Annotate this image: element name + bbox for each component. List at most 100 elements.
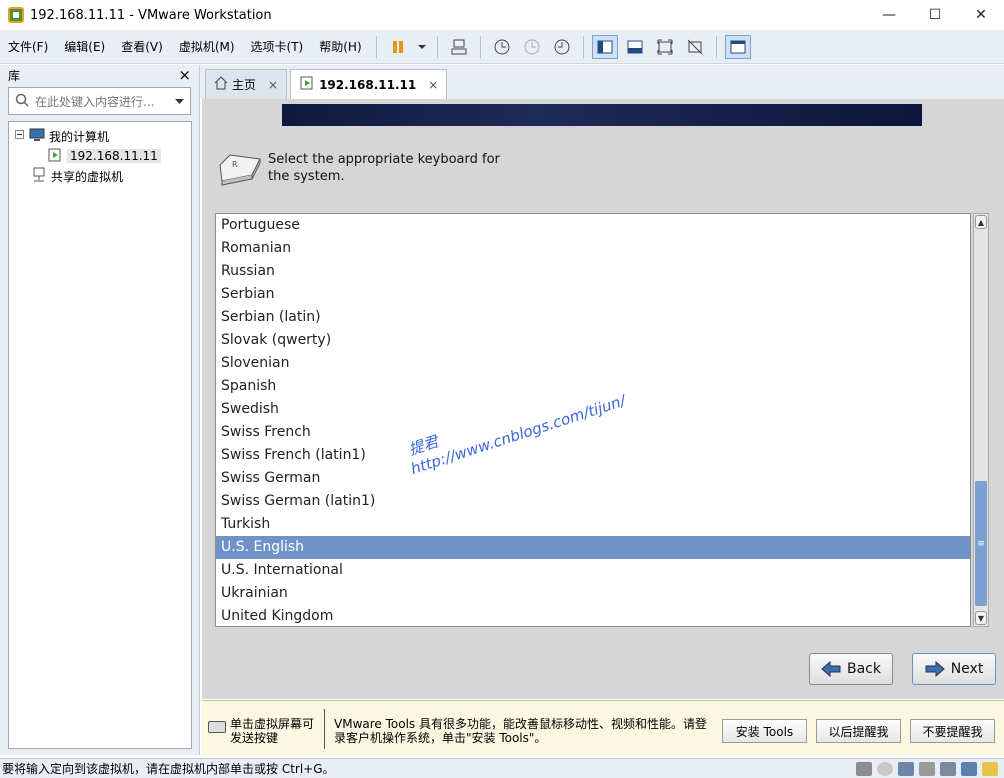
keyboard-list-item[interactable]: U.S. International [216, 559, 970, 582]
vmware-app-icon [8, 7, 24, 23]
message-log-icon[interactable] [982, 762, 998, 776]
tools-notification-bar: 单击虚拟屏幕可发送按键 VMware Tools 具有很多功能，能改善鼠标移动性… [202, 700, 1004, 755]
library-close-icon[interactable]: × [178, 66, 191, 84]
menu-vm[interactable]: 虚拟机(M) [171, 38, 243, 55]
snapshot-icon[interactable] [489, 35, 515, 59]
never-remind-button[interactable]: 不要提醒我 [910, 719, 995, 743]
keyboard-hint-icon [208, 721, 226, 733]
toolbar-separator [479, 35, 481, 58]
tab-bar: 主页 × 192.168.11.11 × [200, 65, 1004, 99]
tree-item-vm[interactable]: 192.168.11.11 [9, 146, 191, 166]
keyboard-list-item[interactable]: Swiss German [216, 467, 970, 490]
keyboard-list-item[interactable]: Russian [216, 260, 970, 283]
cd-drive-icon[interactable] [877, 762, 893, 776]
tab-home-close-icon[interactable]: × [268, 78, 278, 92]
scroll-down-arrow-icon[interactable]: ▼ [975, 611, 987, 625]
scrollbar-thumb[interactable]: ≡ [975, 481, 987, 606]
tree-item-my-computer[interactable]: 我的计算机 [9, 126, 191, 146]
keyboard-prompt-text: Select the appropriate keyboard for the … [268, 152, 500, 184]
keyboard-list-item[interactable]: Serbian (latin) [216, 306, 970, 329]
keyboard-list-item[interactable]: U.S. English [216, 536, 970, 559]
toolbar-separator [582, 35, 584, 58]
keyboard-list-scrollbar[interactable]: ▲ ≡ ▼ [973, 213, 989, 627]
home-icon [214, 76, 228, 93]
keyboard-list-item[interactable]: Slovenian [216, 352, 970, 375]
full-screen-icon[interactable] [652, 35, 678, 59]
revert-snapshot-icon[interactable] [519, 35, 545, 59]
keyboard-list-item[interactable]: United Kingdom [216, 605, 970, 626]
minimize-button[interactable]: — [866, 0, 912, 30]
tree-label-vm: 192.168.11.11 [67, 149, 161, 163]
menu-help[interactable]: 帮助(H) [311, 38, 369, 55]
printer-icon[interactable] [919, 762, 935, 776]
library-search-input[interactable]: 在此处键入内容进行... [8, 87, 191, 115]
remind-later-button[interactable]: 以后提醒我 [816, 719, 901, 743]
back-button-label: Back [847, 661, 881, 677]
keyboard-list-item[interactable]: Swiss French [216, 421, 970, 444]
keyboard-icon: R [216, 151, 262, 190]
console-view-icon[interactable] [724, 34, 751, 59]
menu-bar: 文件(F) 编辑(E) 查看(V) 虚拟机(M) 选项卡(T) 帮助(H) [0, 30, 1004, 64]
pause-icon[interactable] [385, 35, 411, 59]
chevron-down-icon[interactable] [175, 94, 184, 108]
status-text: 要将输入定向到该虚拟机，请在虚拟机内部单击或按 Ctrl+G。 [2, 762, 335, 776]
snapshot-manager-icon[interactable] [549, 35, 575, 59]
next-button-label: Next [950, 661, 984, 677]
install-tools-button[interactable]: 安装 Tools [722, 719, 807, 743]
tree-item-shared-vms[interactable]: 共享的虚拟机 [9, 166, 191, 186]
keyboard-list-item[interactable]: Serbian [216, 283, 970, 306]
svg-text:R: R [232, 160, 238, 169]
notification-divider [324, 709, 325, 749]
keyboard-list-item[interactable]: Swiss German (latin1) [216, 490, 970, 513]
tab-home-label: 主页 [232, 78, 257, 92]
title-bar: 192.168.11.11 - VMware Workstation — ☐ ✕ [0, 0, 1004, 30]
click-screen-hint: 单击虚拟屏幕可发送按键 [230, 717, 315, 745]
sound-card-icon[interactable] [940, 762, 956, 776]
keyboard-list-item[interactable]: Ukrainian [216, 582, 970, 605]
display-icon[interactable] [961, 762, 977, 776]
next-arrow-icon [925, 660, 945, 678]
scroll-up-arrow-icon[interactable]: ▲ [975, 215, 987, 229]
keyboard-list-item[interactable]: Portuguese [216, 214, 970, 237]
network-adapter-icon[interactable] [898, 762, 914, 776]
menu-view[interactable]: 查看(V) [113, 38, 171, 55]
close-window-button[interactable]: ✕ [958, 0, 1004, 30]
window-controls: — ☐ ✕ [866, 0, 1004, 30]
computer-icon [29, 128, 45, 145]
vm-console[interactable]: R Select the appropriate keyboard for th… [202, 99, 1004, 699]
chevron-down-icon[interactable] [415, 35, 429, 59]
menu-file[interactable]: 文件(F) [0, 38, 56, 55]
maximize-button[interactable]: ☐ [912, 0, 958, 30]
window-title: 192.168.11.11 - VMware Workstation [30, 7, 272, 23]
keyboard-list[interactable]: Portuguese Romanian Russian Serbian Serbian … [215, 213, 971, 627]
keyboard-list-item[interactable]: Turkish [216, 513, 970, 536]
tab-home[interactable]: 主页 × [205, 69, 288, 99]
thumbnail-bar-icon[interactable] [622, 35, 648, 59]
keyboard-list-item[interactable]: Slovak (qwerty) [216, 329, 970, 352]
show-library-icon[interactable] [591, 34, 618, 59]
menu-edit[interactable]: 编辑(E) [56, 38, 113, 55]
device-icons [851, 762, 998, 776]
back-button[interactable]: Back [809, 653, 893, 685]
library-panel: 库 × 在此处键入内容进行... 我的计算机 192.168.11.11 共享的… [0, 65, 200, 755]
unity-icon[interactable] [682, 35, 708, 59]
search-icon [15, 93, 29, 110]
back-arrow-icon [821, 660, 841, 678]
tree-label-shared-vms: 共享的虚拟机 [51, 169, 124, 184]
library-title: 库 [8, 68, 21, 83]
keyboard-list-item[interactable]: Swiss French (latin1) [216, 444, 970, 467]
shared-vms-icon [31, 167, 47, 186]
send-ctrl-alt-del-icon[interactable] [446, 35, 472, 59]
tab-vm[interactable]: 192.168.11.11 × [290, 69, 448, 99]
menu-tabs[interactable]: 选项卡(T) [243, 38, 312, 55]
keyboard-list-item[interactable]: Romanian [216, 237, 970, 260]
next-button[interactable]: Next [912, 653, 996, 685]
library-header: 库 × [0, 65, 199, 85]
status-bar: 要将输入定向到该虚拟机，请在虚拟机内部单击或按 Ctrl+G。 [0, 758, 1004, 778]
installer-banner [282, 104, 922, 126]
tab-vm-close-icon[interactable]: × [428, 78, 438, 92]
collapse-icon[interactable] [15, 129, 25, 143]
hard-disk-icon[interactable] [856, 762, 872, 776]
tree-label-my-computer: 我的计算机 [49, 129, 110, 144]
toolbar-separator [715, 35, 717, 58]
